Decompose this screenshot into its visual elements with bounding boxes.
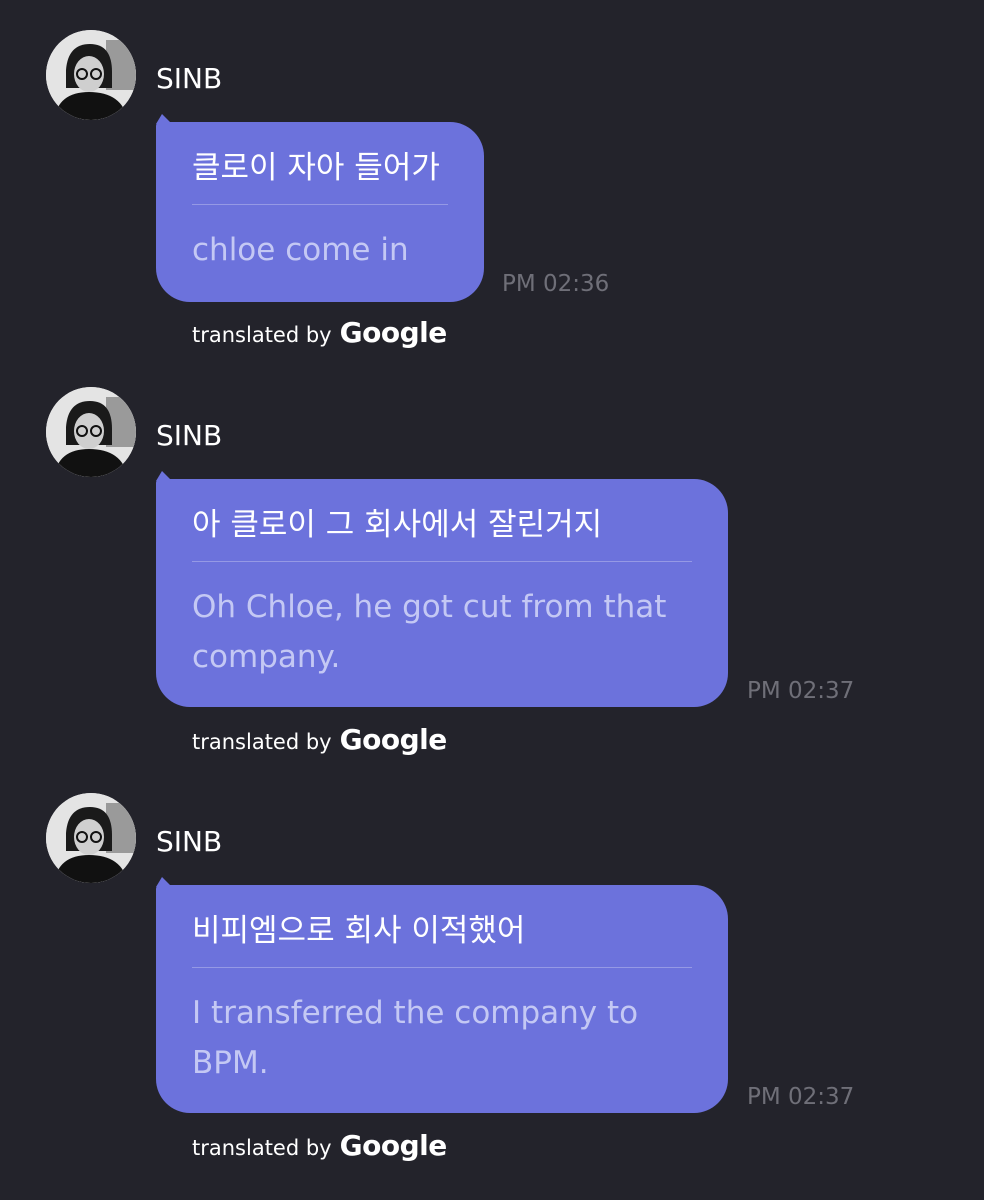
message-item: SINB 비피엠으로 회사 이적했어 I transferred the com… bbox=[0, 793, 984, 1173]
sender-name: SINB bbox=[156, 62, 223, 95]
original-text: 클로이 자아 들어가 bbox=[192, 150, 440, 186]
translated-text: Oh Chloe, he got cut from that company. bbox=[192, 589, 667, 675]
message-item: SINB 아 클로이 그 회사에서 잘린거지 Oh Chloe, he got … bbox=[0, 387, 984, 767]
original-text: 비피엠으로 회사 이적했어 bbox=[192, 913, 526, 949]
bubble-tail bbox=[156, 114, 172, 124]
message-item: SINB 클로이 자아 들어가 chloe come in PM 02:36 t… bbox=[0, 30, 984, 360]
credit-prefix: translated by bbox=[192, 323, 332, 347]
translated-text: I transferred the company to BPM. bbox=[192, 995, 639, 1081]
translation-credit: translated by Google bbox=[192, 723, 447, 756]
message-timestamp: PM 02:37 bbox=[747, 678, 855, 704]
google-logo: Google bbox=[339, 316, 448, 349]
google-logo: Google bbox=[339, 723, 448, 756]
credit-prefix: translated by bbox=[192, 1136, 332, 1160]
sender-avatar[interactable] bbox=[46, 387, 136, 477]
bubble-tail bbox=[156, 877, 172, 887]
profile-photo-icon bbox=[46, 387, 136, 477]
profile-photo-icon bbox=[46, 30, 136, 120]
translation-credit: translated by Google bbox=[192, 1129, 447, 1162]
sender-name: SINB bbox=[156, 825, 223, 858]
credit-prefix: translated by bbox=[192, 730, 332, 754]
original-text: 아 클로이 그 회사에서 잘린거지 bbox=[192, 507, 603, 543]
bubble-tail bbox=[156, 471, 172, 481]
chat-thread: SINB 클로이 자아 들어가 chloe come in PM 02:36 t… bbox=[0, 0, 984, 1200]
translated-text: chloe come in bbox=[192, 232, 409, 268]
message-timestamp: PM 02:36 bbox=[502, 271, 610, 297]
bubble-divider bbox=[192, 561, 692, 562]
google-logo: Google bbox=[339, 1129, 448, 1162]
sender-avatar[interactable] bbox=[46, 30, 136, 120]
message-timestamp: PM 02:37 bbox=[747, 1084, 855, 1110]
translation-credit: translated by Google bbox=[192, 316, 447, 349]
bubble-divider bbox=[192, 204, 448, 205]
message-bubble[interactable]: 아 클로이 그 회사에서 잘린거지 Oh Chloe, he got cut f… bbox=[156, 471, 728, 707]
profile-photo-icon bbox=[46, 793, 136, 883]
sender-avatar[interactable] bbox=[46, 793, 136, 883]
bubble-divider bbox=[192, 967, 692, 968]
message-bubble[interactable]: 비피엠으로 회사 이적했어 I transferred the company … bbox=[156, 877, 728, 1113]
sender-name: SINB bbox=[156, 419, 223, 452]
message-bubble[interactable]: 클로이 자아 들어가 chloe come in bbox=[156, 114, 484, 302]
